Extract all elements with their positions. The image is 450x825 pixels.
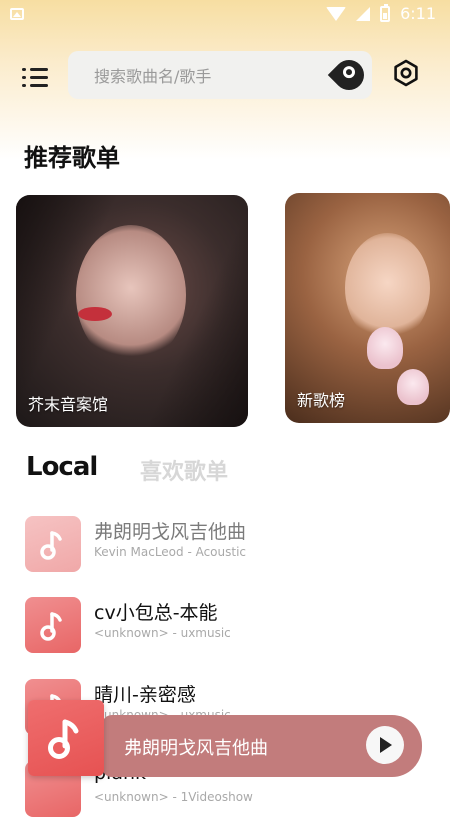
tab-local[interactable]: Local — [26, 452, 98, 482]
song-artist: <unknown> - 1Videoshow — [94, 790, 253, 804]
battery-icon — [380, 3, 391, 22]
song-artist: <unknown> - uxmusic — [94, 626, 231, 640]
player-cover[interactable] — [28, 700, 104, 776]
image-notification-icon — [10, 8, 24, 20]
menu-icon-dot — [22, 68, 26, 71]
wifi-icon — [326, 6, 347, 21]
menu-icon-line — [30, 68, 48, 71]
song-title: 弗朗明戈风吉他曲 — [94, 521, 247, 543]
playlist-card[interactable]: 新歌榜 — [285, 193, 450, 423]
music-note-icon — [48, 719, 79, 759]
song-list-item[interactable]: cv小包总-本能 <unknown> - uxmusic — [0, 591, 450, 661]
playlist-card-label: 新歌榜 — [297, 391, 346, 410]
music-note-icon — [40, 531, 62, 560]
menu-icon-dot — [22, 76, 26, 79]
search-icon[interactable] — [327, 53, 371, 97]
playlist-card-label: 芥末音案馆 — [28, 395, 109, 414]
play-icon[interactable] — [366, 726, 404, 764]
song-title: 晴川-亲密感 — [94, 684, 196, 706]
playlist-card[interactable]: 芥末音案馆 — [16, 195, 248, 427]
card-photo-detail — [367, 327, 403, 369]
signal-icon — [356, 6, 371, 21]
status-bar: 6:11 — [0, 0, 450, 28]
menu-icon[interactable] — [22, 67, 48, 89]
section-title: 推荐歌单 — [24, 144, 120, 172]
search-input[interactable] — [92, 51, 326, 101]
song-title: cv小包总-本能 — [94, 602, 218, 624]
menu-icon-line — [30, 84, 48, 87]
tab-favorites[interactable]: 喜欢歌单 — [140, 454, 228, 486]
song-cover — [25, 597, 81, 653]
search-bar[interactable] — [68, 51, 372, 101]
status-time: 6:11 — [400, 4, 436, 23]
song-list-item[interactable]: 弗朗明戈风吉他曲 Kevin MacLeod - Acoustic — [0, 510, 450, 580]
player-song-title: 弗朗明戈风吉他曲 — [124, 738, 268, 759]
menu-icon-dot — [22, 84, 26, 87]
song-cover — [25, 516, 81, 572]
song-artist: Kevin MacLeod - Acoustic — [94, 545, 247, 559]
card-photo-detail — [397, 369, 429, 405]
menu-icon-line — [30, 76, 48, 79]
music-note-icon — [40, 612, 62, 641]
settings-icon[interactable] — [392, 59, 420, 87]
status-icons: 6:11 — [326, 3, 436, 23]
